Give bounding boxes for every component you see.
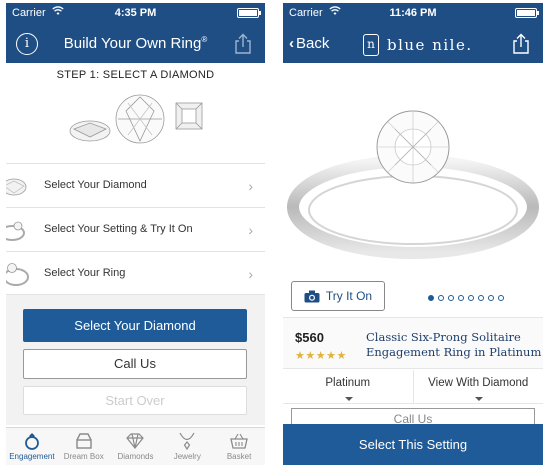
caret-down-icon xyxy=(475,397,484,401)
carousel-page-indicator[interactable] xyxy=(428,295,504,301)
menu-item-label: Select Your Setting & Try It On xyxy=(44,223,193,235)
select-your-diamond-button[interactable]: Select Your Diamond xyxy=(23,309,247,342)
basket-icon xyxy=(230,433,248,449)
chevron-right-icon: › xyxy=(248,222,253,238)
camera-icon xyxy=(304,290,320,302)
logo-text: blue nile. xyxy=(387,36,473,54)
rating-stars: ★★★★★ xyxy=(295,350,347,362)
caret-down-icon xyxy=(344,397,353,401)
product-summary: $560 ★★★★★ Classic Six-Prong Solitaire E… xyxy=(283,317,543,369)
chevron-left-icon: ‹ xyxy=(289,35,294,52)
view-with-diamond-select[interactable]: View With Diamond xyxy=(412,370,544,403)
tab-engagement[interactable]: Engagement xyxy=(6,428,58,465)
tab-label: Basket xyxy=(226,452,252,461)
status-bar: Carrier 4:35 PM xyxy=(6,3,265,25)
product-name: Classic Six-Prong Solitaire Engagement R… xyxy=(366,330,542,359)
back-button[interactable]: ‹ Back xyxy=(289,35,329,52)
try-it-on-label: Try It On xyxy=(325,289,373,303)
setting-thumb-icon xyxy=(6,221,25,241)
carousel-dot[interactable] xyxy=(478,295,484,301)
blue-nile-logo: n blue nile. xyxy=(363,33,473,57)
logo-mark-icon: n xyxy=(363,34,379,56)
dream-box-icon xyxy=(75,433,92,449)
share-icon[interactable] xyxy=(233,33,253,55)
tab-basket[interactable]: Basket xyxy=(213,428,265,465)
necklace-icon xyxy=(179,432,195,450)
select-this-setting-button[interactable]: Select This Setting xyxy=(283,424,543,465)
tab-label: Engagement xyxy=(9,452,55,461)
carousel-dot[interactable] xyxy=(428,295,434,301)
tab-bar: Engagement Dream Box Diamonds Jewelry Ba… xyxy=(6,427,265,465)
carousel-dot[interactable] xyxy=(448,295,454,301)
carousel-dot[interactable] xyxy=(438,295,444,301)
menu-item-select-diamond[interactable]: Select Your Diamond › xyxy=(6,163,265,207)
left-screen: Carrier 4:35 PM i Build Your Own Ring® S… xyxy=(6,3,265,465)
tab-jewelry[interactable]: Jewelry xyxy=(161,428,213,465)
battery-icon xyxy=(237,8,261,18)
product-options: Platinum View With Diamond xyxy=(283,370,543,404)
ring-thumb-icon xyxy=(6,263,29,286)
status-time: 4:35 PM xyxy=(114,7,157,19)
product-image xyxy=(287,110,539,259)
diamond-thumb-icon xyxy=(6,178,27,196)
nav-bar: ‹ Back n blue nile. xyxy=(283,25,543,63)
view-select-value: View With Diamond xyxy=(428,377,529,389)
metal-select[interactable]: Platinum xyxy=(283,370,413,403)
diamonds-image xyxy=(69,94,203,144)
tab-label: Jewelry xyxy=(173,452,201,461)
diamond-icon xyxy=(126,433,145,449)
menu-item-select-setting[interactable]: Select Your Setting & Try It On › xyxy=(6,207,265,251)
tab-label: Diamonds xyxy=(117,452,154,461)
tab-diamonds[interactable]: Diamonds xyxy=(110,428,162,465)
chevron-right-icon: › xyxy=(248,178,253,194)
carousel-dot[interactable] xyxy=(458,295,464,301)
product-price: $560 xyxy=(295,330,324,345)
battery-icon xyxy=(515,8,539,18)
carousel-dot[interactable] xyxy=(498,295,504,301)
try-it-on-button[interactable]: Try It On xyxy=(291,281,385,311)
carousel-dot[interactable] xyxy=(468,295,474,301)
back-label: Back xyxy=(296,35,330,52)
right-screen: Carrier 11:46 PM ‹ Back n blue nile. Try… xyxy=(283,3,543,465)
carousel-dot[interactable] xyxy=(488,295,494,301)
metal-select-value: Platinum xyxy=(325,377,371,389)
actions-panel: Select Your Diamond Call Us Start Over xyxy=(6,295,265,425)
page-title: Build Your Own Ring® xyxy=(63,35,208,52)
status-time: 11:46 PM xyxy=(389,7,437,19)
share-icon[interactable] xyxy=(511,33,531,55)
status-bar: Carrier 11:46 PM xyxy=(283,3,543,25)
tab-dream-box[interactable]: Dream Box xyxy=(58,428,110,465)
menu-item-label: Select Your Diamond xyxy=(44,179,147,191)
menu-item-select-ring[interactable]: Select Your Ring › xyxy=(6,251,265,295)
tab-label: Dream Box xyxy=(63,452,104,461)
menu-item-label: Select Your Ring xyxy=(44,267,126,279)
call-us-button[interactable]: Call Us xyxy=(23,349,247,379)
chevron-right-icon: › xyxy=(248,266,253,282)
step-menu: Select Your Diamond › Select Your Settin… xyxy=(6,163,265,295)
start-over-button[interactable]: Start Over xyxy=(23,386,247,415)
step-title: STEP 1: SELECT A DIAMOND xyxy=(56,69,215,81)
engagement-ring-icon xyxy=(24,433,39,450)
nav-bar: i Build Your Own Ring® xyxy=(6,25,265,63)
